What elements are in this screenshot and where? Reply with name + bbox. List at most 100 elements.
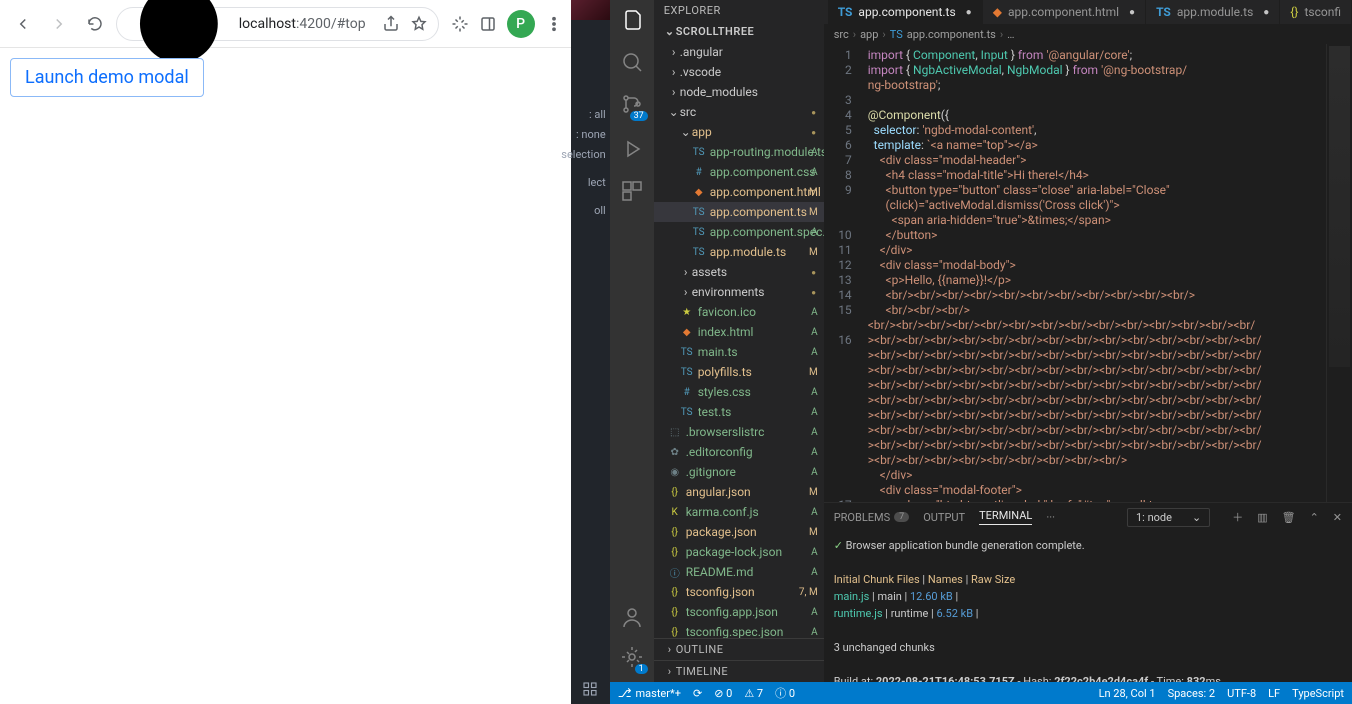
address-bar[interactable]: localhost:4200/#top: [116, 7, 439, 41]
search-icon[interactable]: [620, 50, 644, 74]
share-icon[interactable]: [382, 15, 400, 33]
outline-section[interactable]: OUTLINE: [676, 643, 724, 656]
terminal-tab[interactable]: TERMINAL: [979, 509, 1032, 525]
file[interactable]: TSpolyfills.tsM: [654, 362, 824, 382]
code-content[interactable]: import { Component, Input } from '@angul…: [860, 44, 1326, 502]
editor-area: TSapp.component.ts ◆app.component.html T…: [824, 0, 1352, 682]
activity-bar: [610, 0, 654, 682]
explorer-sidebar: EXPLORER ⌄SCROLLTHREE ›.angular ›.vscode…: [654, 0, 824, 682]
terminal-output[interactable]: ✓ ✓ Browser application bundle generatio…: [824, 531, 1352, 682]
files-icon[interactable]: [620, 8, 644, 32]
folder[interactable]: ›assets●: [654, 262, 824, 282]
tab-app-module-ts[interactable]: TSapp.module.ts: [1146, 0, 1280, 24]
overlay-text: selection: [561, 148, 605, 161]
maximize-panel-icon[interactable]: ⌃: [1310, 511, 1319, 524]
panel-more[interactable]: ···: [1046, 511, 1055, 524]
bottom-panel: PROBLEMS7 OUTPUT TERMINAL ··· 1: node⌄ ＋…: [824, 502, 1352, 682]
file[interactable]: {}tsconfig.app.jsonA: [654, 602, 824, 622]
warnings-count[interactable]: ⚠ 7: [744, 687, 763, 700]
file[interactable]: TSapp.module.tsM: [654, 242, 824, 262]
git-branch[interactable]: ⎇master*+: [618, 686, 681, 700]
file[interactable]: ⓘREADME.mdA: [654, 562, 824, 582]
settings-icon[interactable]: [620, 645, 644, 672]
sync-button[interactable]: ⟳: [693, 687, 702, 700]
extensions-icon[interactable]: [451, 15, 469, 33]
partial-overlay: : all : none selection lect oll: [571, 0, 610, 704]
grid-icon: [581, 680, 599, 698]
project-name[interactable]: SCROLLTHREE: [676, 25, 755, 38]
folder[interactable]: ›.angular: [654, 42, 824, 62]
file[interactable]: TStest.tsA: [654, 402, 824, 422]
errors-count[interactable]: ⊘ 0: [714, 687, 732, 700]
new-terminal-icon[interactable]: ＋: [1232, 509, 1243, 525]
vscode-window: EXPLORER ⌄SCROLLTHREE ›.angular ›.vscode…: [610, 0, 1352, 704]
url-host: localhost: [239, 16, 296, 32]
forward-button[interactable]: [44, 9, 74, 39]
side-panel-icon[interactable]: [479, 15, 497, 33]
folder[interactable]: ›environments●: [654, 282, 824, 302]
problems-tab[interactable]: PROBLEMS7: [834, 511, 910, 524]
account-icon[interactable]: [620, 605, 644, 629]
file[interactable]: TSmain.tsA: [654, 342, 824, 362]
browser-window: localhost:4200/#top P Launch demo modal: [0, 0, 571, 704]
url-rest: :4200/#top: [296, 16, 366, 32]
file[interactable]: {}package-lock.jsonA: [654, 542, 824, 562]
cursor-position[interactable]: Ln 28, Col 1: [1099, 687, 1156, 700]
split-terminal-icon[interactable]: ▥: [1257, 511, 1267, 524]
kebab-menu-icon[interactable]: [545, 15, 563, 33]
file[interactable]: ✿.editorconfigA: [654, 442, 824, 462]
launch-demo-modal-button[interactable]: Launch demo modal: [10, 58, 204, 97]
overlay-text: : none: [576, 128, 606, 141]
file[interactable]: ⬚.browserslistrcA: [654, 422, 824, 442]
file[interactable]: ◆index.htmlA: [654, 322, 824, 342]
folder[interactable]: ›node_modules: [654, 82, 824, 102]
file[interactable]: #app.component.cssA: [654, 162, 824, 182]
indent[interactable]: Spaces: 2: [1168, 687, 1216, 700]
trash-icon[interactable]: 🗑: [1282, 511, 1296, 524]
star-icon[interactable]: [410, 15, 428, 33]
tab-app-component-html[interactable]: ◆app.component.html: [983, 0, 1146, 24]
file[interactable]: ★favicon.icoA: [654, 302, 824, 322]
source-control-icon[interactable]: [620, 92, 644, 119]
overlay-text: lect: [588, 176, 606, 189]
folder[interactable]: ⌄app●: [654, 122, 824, 142]
line-numbers: 123456789101112131415161718192021: [824, 44, 860, 502]
back-button[interactable]: [8, 9, 38, 39]
file-tree: ›.angular ›.vscode ›node_modules ⌄src● ⌄…: [654, 42, 824, 642]
terminal-select[interactable]: 1: node⌄: [1127, 508, 1210, 527]
explorer-title: EXPLORER: [654, 0, 824, 21]
code-editor[interactable]: 123456789101112131415161718192021 import…: [824, 44, 1352, 502]
file[interactable]: TSapp.component.spec.tsA: [654, 222, 824, 242]
folder[interactable]: ›.vscode: [654, 62, 824, 82]
status-bar: ⎇master*+ ⟳ ⊘ 0 ⚠ 7 ⓘ 0 Ln 28, Col 1 Spa…: [610, 682, 1352, 704]
info-count[interactable]: ⓘ 0: [775, 685, 795, 701]
overlay-text: : all: [589, 108, 606, 121]
extensions-activity-icon[interactable]: [620, 179, 644, 203]
file[interactable]: {}tsconfig.json7, M: [654, 582, 824, 602]
file-selected[interactable]: TSapp.component.tsM: [654, 202, 824, 222]
file[interactable]: #styles.cssA: [654, 382, 824, 402]
breadcrumb[interactable]: src› app› TSapp.component.ts›…: [824, 24, 1352, 44]
overlay-text: oll: [594, 204, 606, 217]
file[interactable]: ◆app.component.htmlM: [654, 182, 824, 202]
file[interactable]: Kkarma.conf.jsA: [654, 502, 824, 522]
output-tab[interactable]: OUTPUT: [923, 511, 965, 524]
close-panel-icon[interactable]: ✕: [1333, 511, 1342, 524]
page-content: Launch demo modal: [0, 48, 571, 704]
language-mode[interactable]: TypeScript: [1292, 687, 1344, 700]
tab-app-component-ts[interactable]: TSapp.component.ts: [828, 0, 983, 24]
eol[interactable]: LF: [1268, 687, 1280, 700]
file[interactable]: ◉.gitignoreA: [654, 462, 824, 482]
folder[interactable]: ⌄src●: [654, 102, 824, 122]
file[interactable]: {}angular.jsonM: [654, 482, 824, 502]
minimap[interactable]: [1326, 44, 1352, 502]
tab-tsconfig[interactable]: {}tsconfi: [1280, 0, 1352, 24]
profile-avatar[interactable]: P: [507, 10, 535, 38]
encoding[interactable]: UTF-8: [1227, 687, 1256, 700]
timeline-section[interactable]: TIMELINE: [676, 665, 728, 678]
file[interactable]: {}package.jsonM: [654, 522, 824, 542]
browser-toolbar: localhost:4200/#top P: [0, 0, 571, 48]
debug-icon[interactable]: [620, 137, 644, 161]
reload-button[interactable]: [80, 9, 110, 39]
file[interactable]: TSapp-routing.module.tsA: [654, 142, 824, 162]
